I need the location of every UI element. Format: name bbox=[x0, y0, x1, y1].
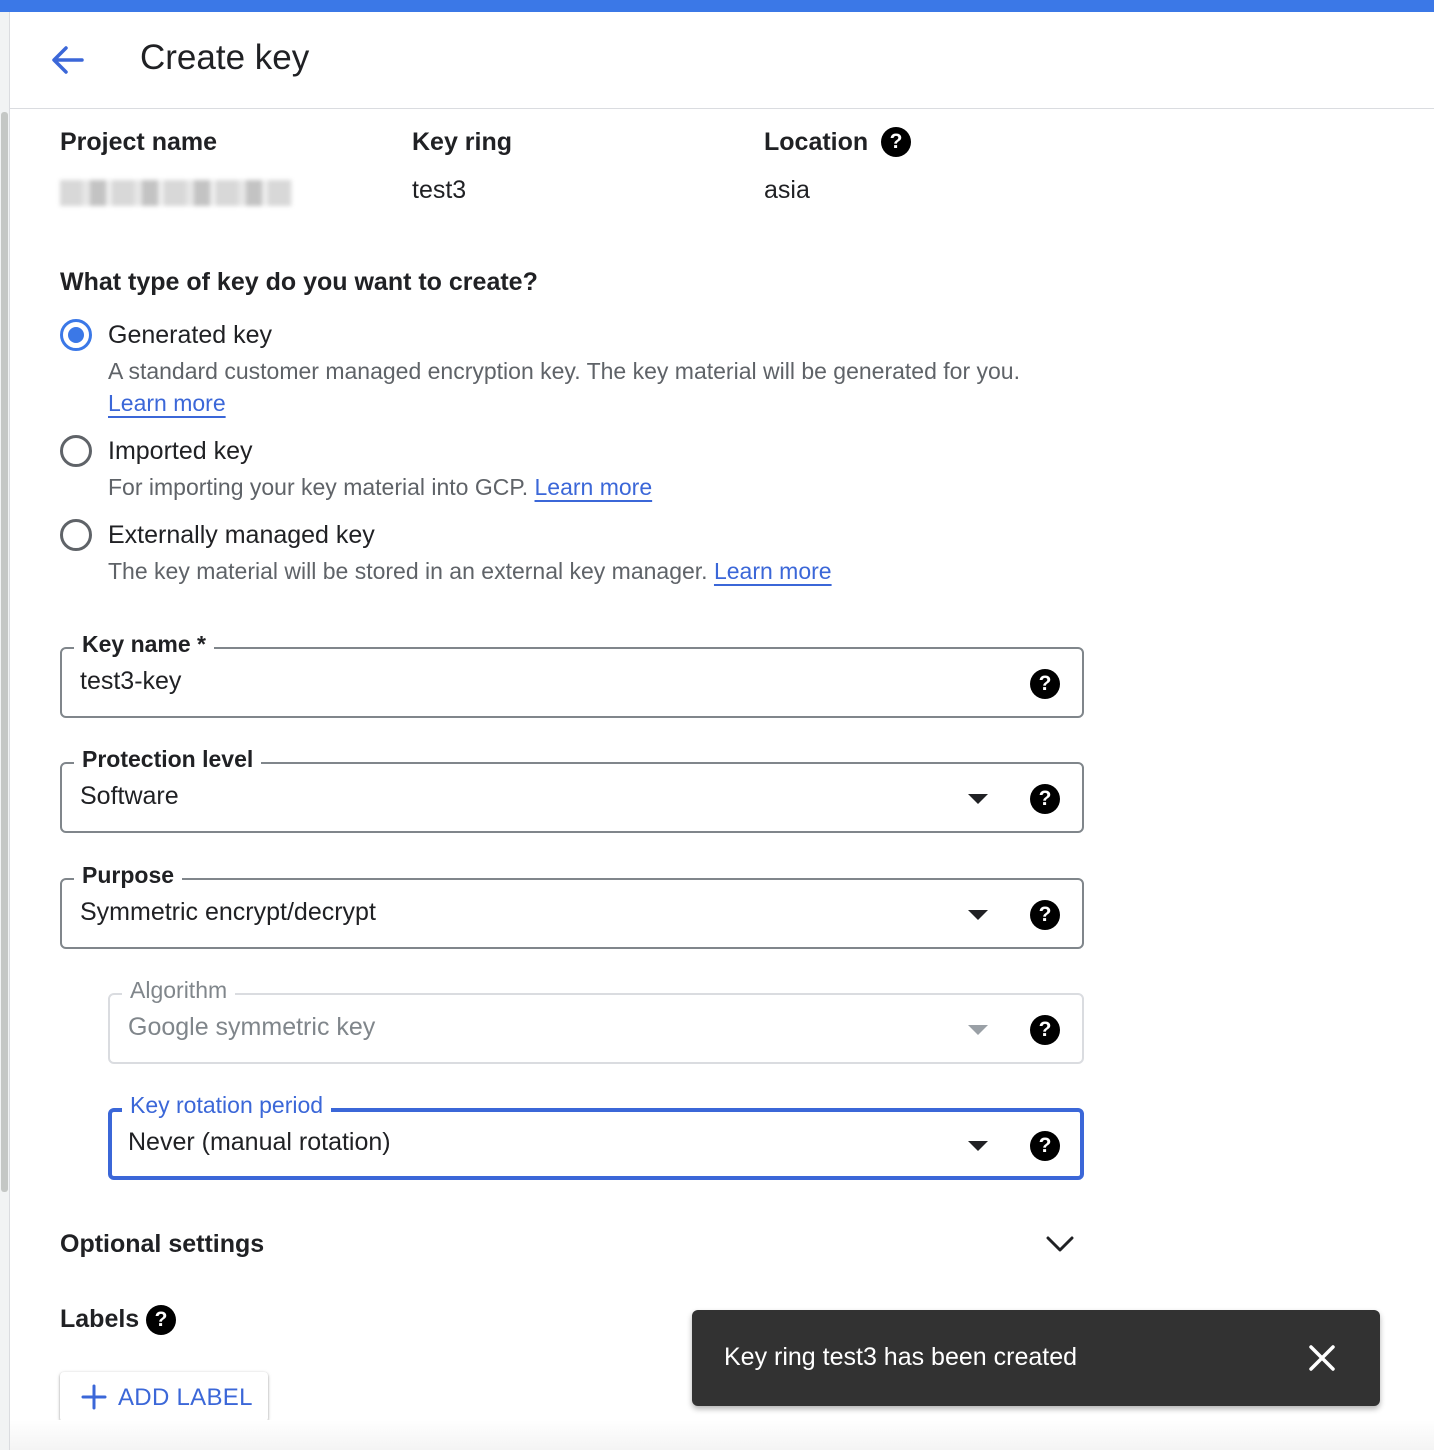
bottom-fade bbox=[10, 1420, 1434, 1450]
labels-help-icon[interactable]: ? bbox=[146, 1305, 176, 1335]
purpose-label: Purpose bbox=[74, 862, 183, 889]
protection-level-label: Protection level bbox=[74, 746, 262, 773]
externally-managed-key-description: The key material will be stored in an ex… bbox=[108, 555, 832, 587]
purpose-value: Symmetric encrypt/decrypt bbox=[80, 898, 376, 926]
dropdown-caret-icon[interactable] bbox=[968, 794, 988, 804]
radio-externally-managed-key[interactable] bbox=[60, 519, 92, 551]
algorithm-select: Algorithm Google symmetric key ? bbox=[108, 977, 1084, 1064]
key-rotation-period-value: Never (manual rotation) bbox=[128, 1128, 391, 1156]
key-ring-label: Key ring bbox=[412, 128, 513, 156]
key-name-value[interactable]: test3-key bbox=[80, 667, 181, 696]
dropdown-caret-icon[interactable] bbox=[968, 910, 988, 920]
algorithm-value: Google symmetric key bbox=[128, 1013, 376, 1041]
dropdown-caret-icon[interactable] bbox=[968, 1141, 988, 1151]
algorithm-label: Algorithm bbox=[122, 977, 236, 1004]
project-name-value-redacted bbox=[60, 180, 292, 206]
chevron-down-icon[interactable] bbox=[1046, 1230, 1074, 1258]
key-rotation-period-label: Key rotation period bbox=[122, 1092, 332, 1119]
imported-key-description: For importing your key material into GCP… bbox=[108, 471, 652, 503]
page-title: Create key bbox=[140, 38, 310, 77]
add-label-button[interactable]: ADD LABEL bbox=[60, 1372, 268, 1422]
close-icon[interactable] bbox=[1306, 1342, 1338, 1374]
algorithm-help-icon[interactable]: ? bbox=[1030, 1015, 1060, 1045]
location-help-icon[interactable]: ? bbox=[881, 127, 911, 157]
protection-level-help-icon[interactable]: ? bbox=[1030, 784, 1060, 814]
purpose-select[interactable]: Purpose Symmetric encrypt/decrypt ? bbox=[60, 862, 1084, 949]
scrollbar-thumb[interactable] bbox=[1, 112, 8, 1192]
top-accent-bar bbox=[0, 0, 1434, 12]
externally-managed-key-label[interactable]: Externally managed key bbox=[108, 521, 375, 550]
generated-key-learn-more-link[interactable]: Learn more bbox=[108, 390, 226, 416]
snackbar-message: Key ring test3 has been created bbox=[724, 1343, 1078, 1371]
external-key-desc-text: The key material will be stored in an ex… bbox=[108, 558, 708, 584]
key-name-input[interactable]: Key name * test3-key ? bbox=[60, 631, 1084, 718]
add-label-text: ADD LABEL bbox=[118, 1384, 253, 1411]
key-name-label: Key name * bbox=[74, 631, 215, 658]
imported-key-desc-text: For importing your key material into GCP… bbox=[108, 474, 529, 500]
key-rotation-period-select[interactable]: Key rotation period Never (manual rotati… bbox=[108, 1092, 1084, 1180]
optional-settings-title[interactable]: Optional settings bbox=[60, 1230, 264, 1259]
generated-key-description: A standard customer managed encryption k… bbox=[108, 355, 1068, 419]
location-value: asia bbox=[764, 176, 810, 204]
external-key-learn-more-link[interactable]: Learn more bbox=[714, 558, 832, 584]
dropdown-caret-icon bbox=[968, 1025, 988, 1035]
key-name-help-icon[interactable]: ? bbox=[1030, 669, 1060, 699]
purpose-help-icon[interactable]: ? bbox=[1030, 900, 1060, 930]
page-header: Create key bbox=[10, 12, 1434, 109]
back-arrow-icon[interactable] bbox=[48, 40, 88, 80]
labels-title: Labels bbox=[60, 1305, 140, 1333]
key-ring-value: test3 bbox=[412, 176, 467, 204]
radio-imported-key[interactable] bbox=[60, 435, 92, 467]
key-type-question: What type of key do you want to create? bbox=[60, 268, 538, 296]
snackbar-notification: Key ring test3 has been created bbox=[692, 1310, 1380, 1406]
key-rotation-help-icon[interactable]: ? bbox=[1030, 1131, 1060, 1161]
imported-key-learn-more-link[interactable]: Learn more bbox=[535, 474, 653, 500]
left-scrollbar[interactable] bbox=[0, 12, 10, 1450]
protection-level-value: Software bbox=[80, 782, 179, 810]
generated-key-desc-text: A standard customer managed encryption k… bbox=[108, 358, 1020, 384]
generated-key-label[interactable]: Generated key bbox=[108, 321, 272, 350]
protection-level-select[interactable]: Protection level Software ? bbox=[60, 746, 1084, 833]
plus-icon bbox=[80, 1383, 108, 1411]
radio-generated-key[interactable] bbox=[60, 319, 92, 351]
imported-key-label[interactable]: Imported key bbox=[108, 437, 253, 466]
location-label: Location bbox=[764, 128, 869, 156]
project-name-label: Project name bbox=[60, 128, 218, 156]
